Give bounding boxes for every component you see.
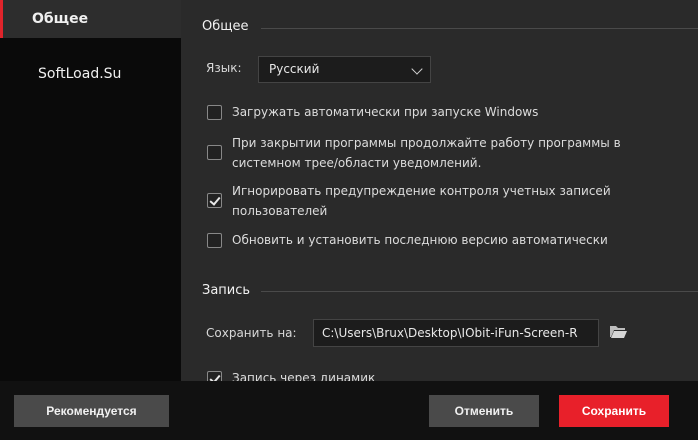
option-record-speaker-label: Запись через динамик [232,371,376,381]
section-divider [261,28,698,29]
autostart-checkbox[interactable] [207,105,222,120]
cancel-button[interactable]: Отменить [429,395,539,427]
save-button[interactable]: Сохранить [559,395,669,427]
settings-panel: Общее Язык: Русский Загружать автоматиче… [181,0,698,381]
sidebar: Общее SoftLoad.Su [0,0,181,381]
language-value: Русский [269,62,320,76]
section-divider [261,291,698,292]
ignore-uac-checkbox[interactable] [207,193,222,208]
folder-icon[interactable] [609,323,628,339]
section-title-record: Запись [202,283,251,298]
option-minimize-to-tray-label: При закрытии программы продолжайте работ… [232,136,621,170]
minimize-to-tray-checkbox[interactable] [207,145,222,160]
recommended-button[interactable]: Рекомендуется [14,395,169,427]
save-path-field[interactable]: C:\Users\Brux\Desktop\IObit-iFun-Screen-… [313,319,599,347]
option-autostart-label: Загружать автоматически при запуске Wind… [232,105,539,119]
save-location-label: Сохранить на: [206,326,297,340]
auto-update-checkbox[interactable] [207,233,222,248]
record-speaker-checkbox[interactable] [207,371,222,381]
sidebar-item-general[interactable]: Общее [0,0,181,38]
option-auto-update-label: Обновить и установить последнюю версию а… [232,233,608,247]
option-ignore-uac-label: Игнорировать предупреждение контроля уче… [232,184,611,218]
sidebar-item-softload[interactable]: SoftLoad.Su [0,55,181,93]
language-label: Язык: [206,61,242,75]
language-select[interactable]: Русский [258,56,431,83]
chevron-down-icon [411,63,423,75]
section-title-general: Общее [202,19,249,34]
